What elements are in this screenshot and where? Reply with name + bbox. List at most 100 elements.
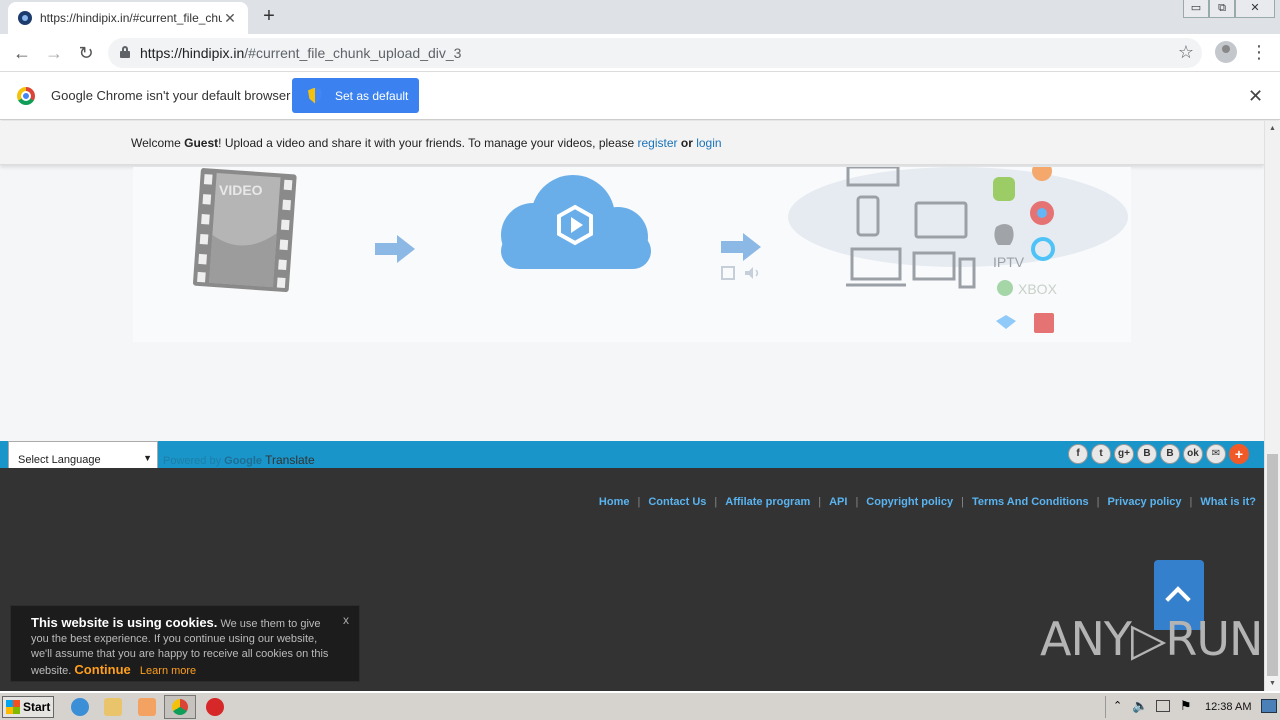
select-language-label: Select Language [18,454,101,466]
url-text[interactable]: https://hindipix.in/#current_file_chunk_… [140,45,461,61]
welcome-prefix: Welcome [131,136,185,150]
login-link[interactable]: login [696,136,721,150]
cloud-upload-icon [501,175,651,269]
blog-icon[interactable]: B [1160,444,1180,464]
restore-button[interactable]: ⧉ [1209,0,1235,18]
browser-title-bar: https://hindipix.in/#current_file_chu ✕ … [0,0,1280,34]
google-plus-icon[interactable]: g+ [1114,444,1134,464]
footer-link-copyright[interactable]: Copyright policy [866,496,953,508]
browser-toolbar: ← → ↻ https://hindipix.in/#current_file_… [0,34,1280,72]
register-link[interactable]: register [638,136,678,150]
footer-separator: | [1189,496,1193,508]
chrome-taskbar-button[interactable] [164,695,196,719]
welcome-or: or [677,136,697,150]
arrow-right-icon [721,233,763,261]
windows-logo-icon [6,700,20,714]
windows-taskbar: Start ⌃ 🔈 ⚑ 12:38 AM [0,692,1280,720]
cookie-title: This website is using cookies. [31,615,218,630]
scrollbar-thumb[interactable] [1267,454,1278,676]
start-button[interactable]: Start [2,696,54,718]
welcome-banner: Welcome Guest! Upload a video and share … [0,121,1264,165]
volume-icon[interactable]: 🔈 [1132,698,1148,714]
chrome-icon [172,699,188,715]
lock-icon [120,46,130,58]
blogger-icon[interactable]: B [1137,444,1157,464]
url-host: https://hindipix.in [140,45,245,61]
system-tray: ⌃ 🔈 ⚑ [1105,696,1280,718]
footer-separator: | [818,496,822,508]
page-scrollbar[interactable]: ▲ ▼ [1264,121,1280,691]
reload-icon[interactable]: ↻ [74,41,98,65]
bookmark-star-icon[interactable]: ☆ [1178,42,1194,63]
twitter-icon[interactable]: t [1091,444,1111,464]
footer-link-home[interactable]: Home [599,496,630,508]
cookie-banner: This website is using cookies. We use th… [10,605,360,682]
film-label: VIDEO [219,182,263,198]
window-close-button[interactable]: ✕ [1235,0,1275,18]
browser-tab[interactable]: https://hindipix.in/#current_file_chu ✕ [8,2,248,34]
scroll-down-arrow-icon[interactable]: ▼ [1269,680,1276,687]
upload-hero-illustration: VIDEO IPTV XBOX [133,167,1131,342]
uac-shield-icon [308,87,322,104]
footer-link-what-is-it[interactable]: What is it? [1200,496,1256,508]
translate-link[interactable]: Translate [265,453,315,467]
taskbar-clock[interactable]: 12:38 AM [1205,701,1251,713]
default-browser-infobar: Google Chrome isn't your default browser… [0,72,1280,120]
dropdown-caret-icon: ▼ [143,453,152,463]
odnoklassniki-icon[interactable]: ok [1183,444,1203,464]
media-player-icon[interactable] [138,698,156,716]
media-film-speaker-icon [721,266,759,280]
footer-link-privacy[interactable]: Privacy policy [1108,496,1182,508]
infobar-close-icon[interactable]: ✕ [1248,86,1263,107]
chrome-logo-icon [17,87,35,105]
menu-kebab-icon[interactable]: ⋮ [1250,40,1268,64]
show-desktop-icon[interactable] [1261,699,1277,713]
tab-close-icon[interactable]: ✕ [222,10,238,27]
profile-avatar-icon[interactable] [1215,41,1237,63]
start-label: Start [23,700,51,714]
iptv-label: IPTV [993,254,1025,270]
more-share-icon[interactable]: + [1229,444,1249,464]
footer-link-terms[interactable]: Terms And Conditions [972,496,1089,508]
page-content: Welcome Guest! Upload a video and share … [0,121,1264,691]
footer-link-affiliate[interactable]: Affilate program [725,496,810,508]
cookie-close-icon[interactable]: x [343,613,349,628]
cookie-continue-button[interactable]: Continue [74,662,130,677]
footer-separator: | [855,496,859,508]
back-arrow-icon[interactable]: ← [10,41,34,65]
internet-explorer-icon[interactable] [71,698,89,716]
new-tab-button[interactable]: + [258,6,280,28]
footer-separator: | [1096,496,1100,508]
video-film-strip-icon: VIDEO [192,168,297,293]
welcome-user: Guest [184,136,219,150]
action-center-flag-icon[interactable]: ⚑ [1180,698,1192,714]
footer-separator: | [961,496,964,508]
xbox-label: XBOX [1018,281,1058,297]
welcome-text: ! Upload a video and share it with your … [218,136,638,150]
footer-separator: | [714,496,718,508]
file-explorer-icon[interactable] [104,698,122,716]
tray-expand-icon[interactable]: ⌃ [1113,699,1122,712]
network-icon[interactable] [1156,700,1170,712]
email-icon[interactable]: ✉ [1206,444,1226,464]
set-as-default-button[interactable]: Set as default [292,78,419,113]
tab-title: https://hindipix.in/#current_file_chu [40,11,222,25]
scroll-up-arrow-icon[interactable]: ▲ [1269,125,1276,132]
minimize-button[interactable]: ▭ [1183,0,1209,18]
set-as-default-label: Set as default [335,88,409,103]
facebook-icon[interactable]: f [1068,444,1088,464]
social-share-icons: f t g+ B B ok ✉ + [1068,444,1249,464]
forward-arrow-icon[interactable]: → [42,41,66,65]
footer-link-contact[interactable]: Contact Us [648,496,706,508]
cookie-learn-more-link[interactable]: Learn more [140,665,196,677]
infobar-message: Google Chrome isn't your default browser [51,88,291,103]
url-path: /#current_file_chunk_upload_div_3 [244,45,462,61]
footer-links: Home | Contact Us | Affilate program | API |… [599,496,1256,508]
site-favicon-icon [18,11,32,25]
opera-stop-icon[interactable] [206,698,224,716]
address-bar[interactable]: https://hindipix.in/#current_file_chunk_… [108,38,1202,68]
footer-link-api[interactable]: API [829,496,847,508]
anyrun-watermark: ANY▷RUN [1040,612,1263,666]
arrow-right-icon [375,235,417,263]
devices-world-map-illustration: IPTV XBOX [788,167,1128,333]
